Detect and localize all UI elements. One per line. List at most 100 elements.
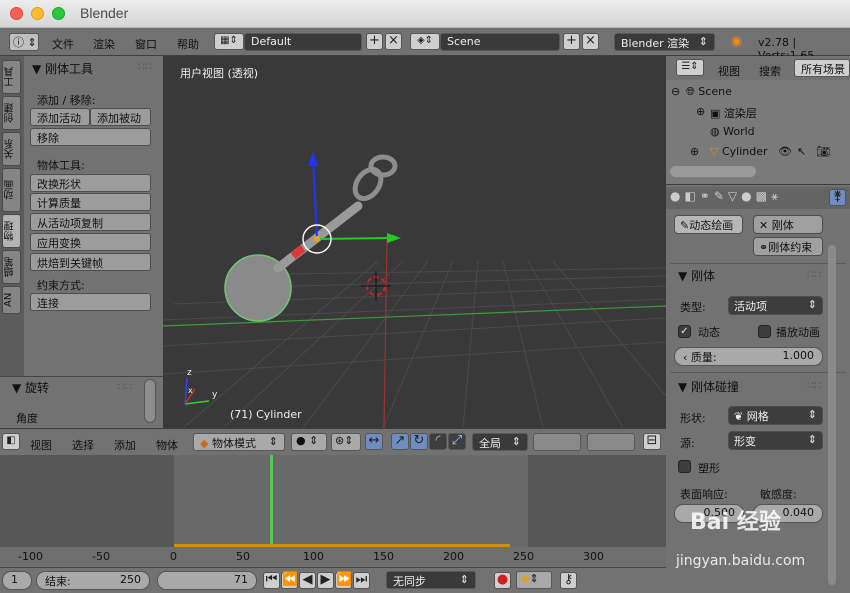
tab-animation[interactable]: 动画 (2, 168, 21, 212)
rotate-manipulator-icon[interactable]: ↻ (410, 433, 428, 450)
drag-handle-icon[interactable]: ∷∷ (807, 379, 821, 392)
current-frame-line[interactable] (270, 455, 273, 547)
expand-icon[interactable]: ⊕ (690, 145, 699, 158)
shading-select[interactable]: ● ⇕ (291, 433, 327, 451)
tab-grease-pencil[interactable]: 蜡笔 (2, 250, 21, 284)
delete-scene-icon[interactable]: × (582, 33, 599, 50)
keying-set-icon[interactable]: ⚷ (560, 572, 577, 589)
minimize-window-button[interactable] (31, 7, 44, 20)
physics-tab-icon[interactable]: ⚵ (829, 189, 846, 206)
layer-buttons-left[interactable] (533, 433, 581, 451)
connect-button[interactable]: 连接 (30, 293, 151, 311)
menu-object[interactable]: 物体 (156, 437, 178, 453)
scale-manipulator-icon[interactable]: ⤢ (448, 433, 466, 450)
menu-add[interactable]: 添加 (114, 437, 136, 453)
tab-relations[interactable]: 关系 (2, 132, 21, 166)
world-item[interactable]: ◍ World (710, 125, 755, 138)
add-screen-icon[interactable]: + (366, 33, 383, 50)
bake-to-keyframes-button[interactable]: 烘焙到关键帧 (30, 253, 151, 271)
outliner-menu-view[interactable]: 视图 (718, 63, 740, 79)
expand-icon[interactable]: ⊕ (696, 105, 705, 118)
remove-button[interactable]: 移除 (30, 128, 151, 146)
scene-item[interactable]: 🌐︎ Scene (686, 85, 732, 99)
drag-handle-icon[interactable]: ∷∷ (118, 380, 132, 393)
start-frame-field[interactable]: 1 (2, 571, 32, 590)
editor-type-icon[interactable]: ◧ (2, 433, 20, 450)
rotate-header[interactable]: ▼ 旋转 (12, 379, 49, 396)
collision-panel-header[interactable]: ▼ 刚体碰撞 (678, 378, 739, 395)
outliner-menu-search[interactable]: 搜索 (759, 63, 781, 79)
tab-an[interactable]: AN (2, 286, 21, 314)
drag-handle-icon[interactable]: ∷∷ (807, 268, 821, 281)
cylinder-item[interactable]: ▽ Cylinder (710, 145, 768, 158)
rigid-body-panel-header[interactable]: ▼ 刚体 (678, 267, 715, 284)
apply-transform-button[interactable]: 应用变换 (30, 233, 151, 251)
end-frame-field[interactable]: 结束: 250 (36, 571, 150, 590)
add-passive-button[interactable]: 添加被动 (90, 108, 151, 126)
collapse-icon[interactable]: ⊖ (671, 85, 680, 98)
translate-manipulator-icon[interactable]: ↗ (391, 433, 409, 450)
gizmo-y-head[interactable] (387, 233, 401, 243)
timeline-area[interactable]: -100 -50 0 50 100 150 200 250 300 (0, 455, 666, 567)
chain-link-1[interactable] (350, 165, 386, 204)
editor-type-button[interactable]: ⓘ ⇕ (9, 33, 39, 51)
mass-field[interactable]: ‹ 质量: 1.000 (674, 347, 823, 366)
layer-lock-icon[interactable]: ⊟ (643, 433, 661, 450)
gizmo-z-head[interactable] (308, 152, 318, 166)
rigid-body-tools-header[interactable]: ▼ 刚体工具 (32, 60, 93, 77)
menu-help[interactable]: 帮助 (177, 36, 199, 52)
chain-link-2[interactable] (368, 154, 398, 178)
context-tab-icons[interactable]: ●◧⚭✎▽●▩⚹ (670, 189, 782, 204)
add-scene-icon[interactable]: + (563, 33, 580, 50)
dynamic-paint-button[interactable]: ✎动态绘画 (674, 215, 743, 234)
render-engine-select[interactable]: Blender 渲染 ⇕ (614, 33, 715, 51)
animated-checkbox[interactable] (758, 325, 771, 338)
menu-file[interactable]: 文件 (52, 36, 74, 52)
change-shape-button[interactable]: 改换形状 (30, 174, 151, 192)
play-reverse-icon[interactable]: ◀ (299, 572, 316, 589)
play-icon[interactable]: ▶ (317, 572, 334, 589)
rigid-body-button[interactable]: ✕ 刚体 (753, 215, 823, 234)
pivot-select[interactable]: ⊛⇕ (331, 433, 361, 451)
record-icon[interactable]: ● (494, 572, 511, 589)
panel-scrollbar[interactable] (144, 379, 156, 423)
screen-layout-icon[interactable]: ▦⇕ (214, 33, 244, 50)
shape-select[interactable]: ❦ 网格 ⇕ (728, 406, 823, 425)
drag-handle-icon[interactable]: ∷∷ (138, 60, 152, 73)
layer-buttons-right[interactable] (587, 433, 635, 451)
sync-select[interactable]: 无同步 ⇕ (386, 571, 476, 589)
gizmo-y-arrow[interactable] (316, 237, 396, 240)
3d-viewport[interactable]: 用户视图 (透视) z y x (71) Cylinder (163, 56, 666, 428)
copy-from-active-button[interactable]: 从活动项复制 (30, 213, 151, 231)
menu-render[interactable]: 渲染 (93, 36, 115, 52)
deform-checkbox[interactable] (678, 460, 691, 473)
jump-start-icon[interactable]: ⏮ (263, 572, 280, 589)
add-active-button[interactable]: 添加活动 (30, 108, 90, 126)
tab-physics[interactable]: 物理 (2, 214, 21, 248)
delete-screen-icon[interactable]: × (385, 33, 402, 50)
menu-select[interactable]: 选择 (72, 437, 94, 453)
jump-next-key-icon[interactable]: ⏩ (335, 572, 352, 589)
menu-view[interactable]: 视图 (30, 437, 52, 453)
rotate-arc-icon[interactable]: ◜ (429, 433, 447, 450)
zoom-window-button[interactable] (52, 7, 65, 20)
source-select[interactable]: 形变 ⇕ (728, 431, 823, 450)
jump-end-icon[interactable]: ⏭ (353, 572, 370, 589)
mode-select[interactable]: ◆ 物体模式 ⇕ (193, 433, 285, 451)
render-layers-item[interactable]: ▣ 渲染层 (710, 105, 757, 121)
visibility-eye-icon[interactable]: 👁︎ (778, 145, 792, 158)
outliner-editor-icon[interactable]: ☰⇕ (676, 59, 704, 76)
select-arrow-icon[interactable]: ↖ (797, 145, 806, 158)
render-camera-icon[interactable]: 📷︎ (816, 145, 830, 158)
scene-icon[interactable]: ◈⇕ (410, 33, 440, 50)
scene-field[interactable]: Scene (440, 33, 560, 51)
keying-select[interactable]: ◆⇕ (516, 571, 552, 589)
menu-window[interactable]: 窗口 (135, 36, 157, 52)
current-frame-field[interactable]: 71 (157, 571, 257, 590)
orientation-select[interactable]: 全局 ⇕ (472, 433, 528, 451)
calculate-mass-button[interactable]: 计算质量 (30, 193, 151, 211)
screen-layout-field[interactable]: Default (244, 33, 362, 51)
close-window-button[interactable] (10, 7, 23, 20)
tab-create[interactable]: 创建 (2, 96, 21, 130)
outliner-scrollbar[interactable] (670, 166, 756, 177)
